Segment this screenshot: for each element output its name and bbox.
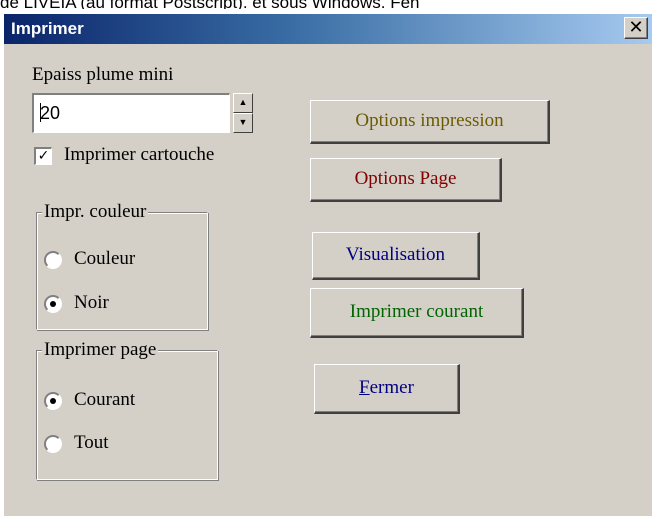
close-icon: ✕ [628, 17, 644, 37]
visualisation-label: Visualisation [345, 244, 446, 265]
options-page-label-start: Options Pa [354, 168, 439, 189]
spin-up-icon: ▲ [238, 97, 248, 107]
options-page-accel-key: g [438, 168, 449, 189]
radio-couleur[interactable] [44, 251, 62, 269]
print-dialog: Imprimer ✕ Epaiss plume mini 20 ▲ ▼ ✓ Im… [4, 14, 652, 516]
visualisation-button[interactable]: Visualisation [312, 232, 480, 280]
radio-tout-label: Tout [74, 432, 109, 453]
print-cartouche-checkbox[interactable]: ✓ [34, 147, 52, 165]
title-bar: Imprimer ✕ [4, 14, 652, 44]
dialog-title: Imprimer [11, 19, 84, 38]
options-impression-button[interactable]: Options impression [310, 100, 550, 144]
radio-tout[interactable] [44, 435, 62, 453]
spin-down-icon: ▼ [238, 117, 248, 127]
spin-up-button[interactable]: ▲ [233, 93, 253, 113]
imprimer-courant-button[interactable]: Imprimer courant [310, 288, 524, 338]
radio-couleur-label: Couleur [74, 248, 136, 269]
options-impression-label: Options impression [355, 110, 504, 131]
options-page-button[interactable]: Options Page [310, 158, 502, 202]
spin-down-button[interactable]: ▼ [233, 113, 253, 133]
page-group-box [36, 350, 218, 480]
radio-noir[interactable] [44, 295, 62, 313]
checkmark-icon: ✓ [37, 148, 50, 164]
pen-width-input[interactable]: 20 [32, 93, 230, 133]
background-document-text: de LIVEIA (au format Postscript). et sou… [0, 0, 652, 9]
options-page-label-end: e [448, 168, 457, 189]
pen-width-value: 20 [40, 103, 61, 123]
close-button[interactable]: ✕ [624, 17, 648, 39]
color-group-legend: Impr. couleur [42, 201, 149, 223]
fermer-accel-key: F [359, 377, 370, 398]
color-group-box [36, 212, 208, 330]
imprimer-courant-label: Imprimer courant [349, 301, 484, 322]
pen-width-label: Epaiss plume mini [32, 64, 174, 85]
radio-courant[interactable] [44, 392, 62, 410]
fermer-label: ermer [369, 377, 414, 398]
fermer-button[interactable]: Fermer [314, 364, 460, 414]
print-cartouche-label: Imprimer cartouche [64, 144, 215, 165]
radio-courant-label: Courant [74, 389, 136, 410]
radio-noir-label: Noir [74, 292, 109, 313]
page-group-legend: Imprimer page [42, 339, 159, 361]
